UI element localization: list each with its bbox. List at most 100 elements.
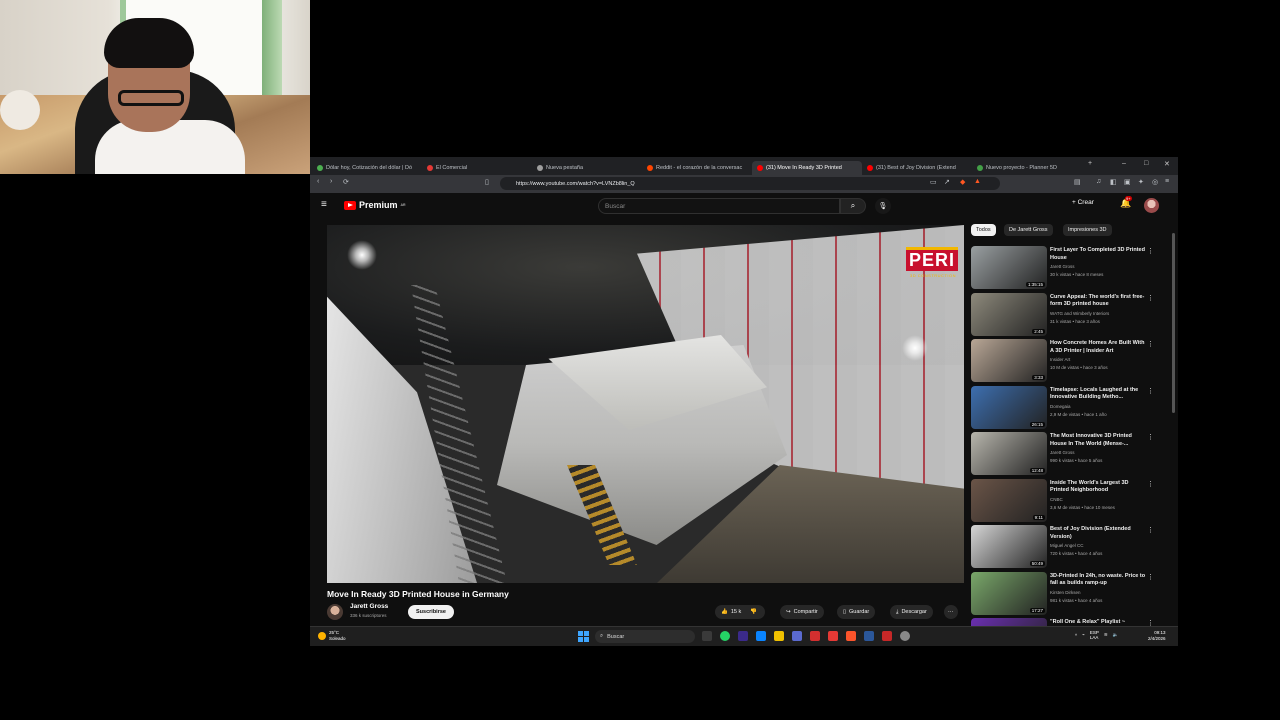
split-view-icon[interactable]: ◧ [1110, 178, 1117, 186]
app-icon-3[interactable] [810, 631, 820, 641]
more-vert-icon[interactable]: ⋮ [1147, 526, 1154, 534]
rewards-icon[interactable]: ▲ [974, 178, 981, 185]
chip-channel[interactable]: De Jarett Gross [1004, 224, 1053, 236]
brave-icon[interactable] [846, 631, 856, 641]
back-icon[interactable]: ‹ [317, 178, 319, 185]
store-icon[interactable] [756, 631, 766, 641]
browser-tab[interactable]: Nuevo proyecto - Planner 5D [972, 161, 1082, 175]
recommendation-title[interactable]: How Concrete Homes Are Built With A 3D P… [1050, 340, 1146, 355]
weather-widget[interactable]: 25°C Soleado [318, 630, 346, 642]
more-vert-icon[interactable]: ⋮ [1147, 433, 1154, 441]
sidebar-icon[interactable]: ▤ [1074, 178, 1081, 186]
recommendation-channel[interactable]: WATG and Wimberly Interiors [1050, 311, 1109, 316]
scrollbar[interactable] [1172, 233, 1175, 413]
close-window-button[interactable]: ✕ [1164, 160, 1170, 168]
more-vert-icon[interactable]: ⋮ [1147, 573, 1154, 581]
video-thumbnail[interactable]: 17:27 [971, 571, 1047, 615]
video-thumbnail[interactable]: 2:45 [971, 292, 1047, 336]
recommendation-title[interactable]: Curve Appeal: The world's first free-for… [1050, 294, 1146, 309]
word-icon[interactable] [864, 631, 874, 641]
windows-start-icon[interactable] [578, 631, 589, 642]
brave-shield-icon[interactable]: ◆ [960, 178, 965, 186]
chip-topic[interactable]: Impresiones 3D [1063, 224, 1112, 236]
app-icon-1[interactable] [738, 631, 748, 641]
menu-icon[interactable]: ≡ [1165, 178, 1169, 185]
extensions-icon[interactable]: ✦ [1138, 178, 1144, 186]
share-icon[interactable]: ↗ [944, 178, 950, 186]
recommendation-item[interactable]: 12:48 The Most Innovative 3D Printed Hous… [971, 432, 1171, 476]
new-tab-button[interactable]: + [1088, 160, 1092, 167]
chip-todos[interactable]: Todos [971, 224, 996, 236]
bookmark-icon[interactable]: ▯ [485, 178, 489, 186]
recommendation-item[interactable]: 26:15 Timelapse: Locals Laughed at the In… [971, 385, 1171, 430]
recommendation-channel[interactable]: Insider Art [1050, 357, 1070, 362]
file-explorer-icon[interactable] [774, 631, 784, 641]
thumbs-down-icon[interactable]: 👎 [750, 609, 757, 615]
recommendation-item[interactable]: 3:33 How Concrete Homes Are Built With A … [971, 339, 1171, 383]
wallet-icon[interactable]: ▣ [1124, 178, 1131, 186]
forward-icon[interactable]: › [330, 178, 332, 185]
thumbs-up-icon[interactable]: 👍 [721, 609, 728, 615]
video-thumbnail[interactable]: 12:48 [971, 432, 1047, 475]
address-bar[interactable]: https://www.youtube.com/watch?v=LVNZb8li… [500, 177, 1000, 190]
app-icon-5[interactable] [900, 631, 910, 641]
save-button[interactable]: ▯ Guardar [837, 605, 876, 619]
video-thumbnail[interactable]: 9:11 [971, 478, 1047, 522]
cast-icon[interactable]: ▭ [930, 178, 937, 186]
notifications-button[interactable]: 🔔 9+ [1120, 196, 1132, 209]
search-button[interactable]: ⌕ [840, 198, 866, 214]
more-vert-icon[interactable]: ⋮ [1147, 340, 1154, 348]
channel-avatar[interactable] [327, 604, 343, 620]
app-icon-4[interactable] [828, 631, 838, 641]
browser-tab[interactable]: Reddit - el corazón de la conversac [642, 161, 752, 175]
video-thumbnail[interactable]: 1:35:15 [971, 246, 1047, 289]
video-thumbnail[interactable]: 26:15 [971, 385, 1047, 429]
like-count[interactable]: 15 k [731, 609, 741, 615]
video-thumbnail[interactable]: 3:33 [971, 339, 1047, 382]
recommendation-channel[interactable]: Jarett Gross [1050, 264, 1075, 269]
hamburger-menu-icon[interactable]: ≡ [321, 199, 327, 210]
media-icon[interactable]: ♫ [1096, 178, 1101, 185]
vpn-icon[interactable]: ◎ [1152, 178, 1158, 186]
maximize-button[interactable]: □ [1144, 160, 1148, 167]
taskbar-search[interactable]: ⌕ Buscar [595, 630, 695, 643]
browser-tab[interactable]: (31) Move In Ready 3D Printed [752, 161, 862, 175]
browser-tab[interactable]: El Comercial [422, 161, 532, 175]
recommendation-title[interactable]: First Layer To Completed 3D Printed Hous… [1050, 247, 1146, 262]
more-vert-icon[interactable]: ⋮ [1147, 294, 1154, 302]
browser-tab[interactable]: (31) Best of Joy Division (Extend [862, 161, 972, 175]
recommendation-item[interactable]: 1:35:15 First Layer To Completed 3D Print… [971, 246, 1171, 290]
subscribe-button[interactable]: Suscribirse [408, 605, 454, 619]
clock[interactable]: 09:13 2/4/2026 [1148, 630, 1166, 642]
app-icon-2[interactable] [792, 631, 802, 641]
more-vert-icon[interactable]: ⋮ [1147, 480, 1154, 488]
browser-tab[interactable]: Dólar hoy, Cotización del dólar | Dó [312, 161, 422, 175]
download-button[interactable]: ⤓ Descargar [890, 605, 933, 619]
share-button[interactable]: ↪ Compartir [780, 605, 824, 619]
task-view-icon[interactable] [702, 631, 712, 641]
more-actions-button[interactable]: ⋯ [944, 605, 958, 619]
youtube-logo[interactable]: Premium AR [344, 200, 406, 210]
create-button[interactable]: + Crear [1072, 199, 1094, 206]
reload-icon[interactable]: ⟳ [343, 178, 349, 186]
search-input[interactable]: Buscar [598, 198, 840, 214]
system-tray[interactable]: ^ ⌁ ESP LAA ≋ 🔈 [1075, 630, 1118, 640]
voice-search-button[interactable]: 🎙 [875, 198, 891, 214]
recommendation-channel[interactable]: Domegaia [1050, 404, 1071, 409]
minimize-button[interactable]: – [1122, 160, 1126, 167]
whatsapp-icon[interactable] [720, 631, 730, 641]
video-thumbnail[interactable]: 50:49 [971, 525, 1047, 568]
recommendation-channel[interactable]: Jarett Gross [1050, 450, 1075, 455]
recommendation-title[interactable]: 3D-Printed In 24h, no waste. Price to fa… [1050, 573, 1146, 588]
pdf-icon[interactable] [882, 631, 892, 641]
recommendation-title[interactable]: The Most Innovative 3D Printed House In … [1050, 433, 1146, 448]
channel-name[interactable]: Jarett Gross [350, 603, 388, 610]
recommendation-channel[interactable]: CNBC [1050, 497, 1063, 502]
browser-tab[interactable]: Nueva pestaña [532, 161, 642, 175]
recommendation-title[interactable]: Timelapse: Locals Laughed at the Innovat… [1050, 387, 1146, 402]
recommendation-item[interactable]: 17:27 3D-Printed In 24h, no waste. Price … [971, 571, 1171, 616]
recommendation-title[interactable]: Best of Joy Division (Extended Version) [1050, 526, 1146, 541]
recommendation-channel[interactable]: Kirsten Dirksen [1050, 590, 1081, 595]
account-avatar[interactable] [1144, 198, 1159, 213]
recommendation-item[interactable]: 9:11 Inside The World's Largest 3D Printe… [971, 478, 1171, 523]
